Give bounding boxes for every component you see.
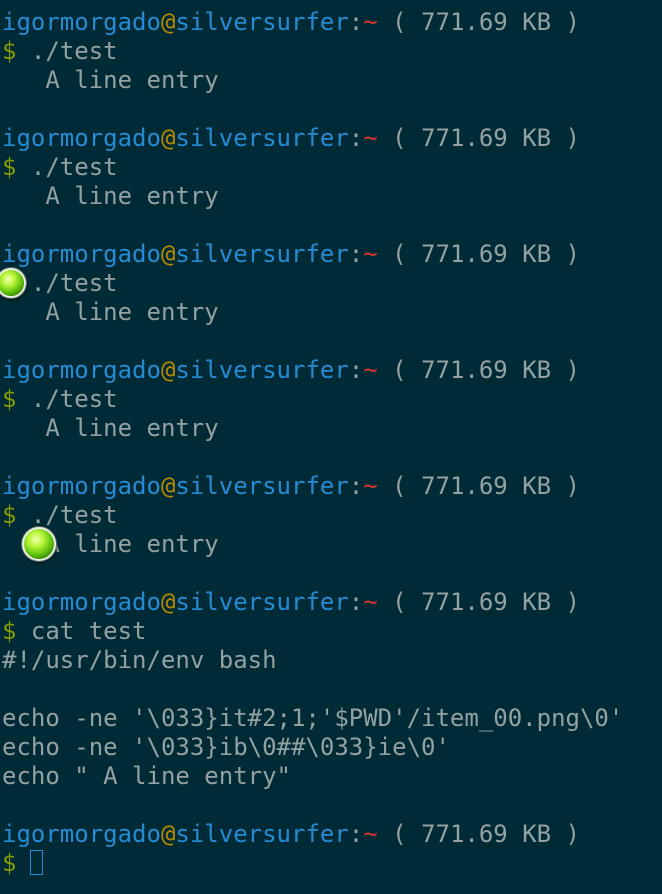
file-line: echo -ne '\033}ib\0##\033}ie\0' (2, 733, 450, 761)
command-line: $ ./test (2, 37, 118, 65)
prompt-line: igormorgado@silversurfer:~ ( 771.69 KB ) (2, 472, 580, 500)
prompt-line: igormorgado@silversurfer:~ ( 771.69 KB ) (2, 8, 580, 36)
text-cursor[interactable] (30, 850, 44, 875)
prompt-line: igormorgado@silversurfer:~ ( 771.69 KB ) (2, 356, 580, 384)
prompt-line: igormorgado@silversurfer:~ ( 771.69 KB ) (2, 588, 580, 616)
command-line: $ ./test (2, 385, 118, 413)
terminal-window[interactable]: igormorgado@silversurfer:~ ( 771.69 KB )… (0, 0, 662, 894)
input-line[interactable]: $ (0, 849, 662, 878)
output-line: A line entry (2, 66, 219, 94)
file-line: echo " A line entry" (2, 762, 291, 790)
command-line: $ cat test (2, 617, 147, 645)
green-orb-icon (0, 268, 26, 298)
file-line: echo -ne '\033}it#2;1;'$PWD'/item_00.png… (2, 704, 624, 732)
output-line: A line entry (2, 298, 219, 326)
green-orb-icon (22, 527, 56, 561)
command-line: $ ./test (0, 268, 662, 298)
command-line: $ ./test (2, 501, 118, 529)
file-line (0, 675, 662, 704)
file-line: #!/usr/bin/env bash (2, 646, 277, 674)
prompt-line: igormorgado@silversurfer:~ ( 771.69 KB ) (2, 240, 580, 268)
output-line: A line entry (2, 414, 219, 442)
prompt-line: igormorgado@silversurfer:~ ( 771.69 KB ) (2, 124, 580, 152)
command-line: $ ./test (2, 153, 118, 181)
output-line: A line entry (0, 527, 662, 561)
prompt-line: igormorgado@silversurfer:~ ( 771.69 KB ) (2, 820, 580, 848)
output-line: A line entry (2, 182, 219, 210)
